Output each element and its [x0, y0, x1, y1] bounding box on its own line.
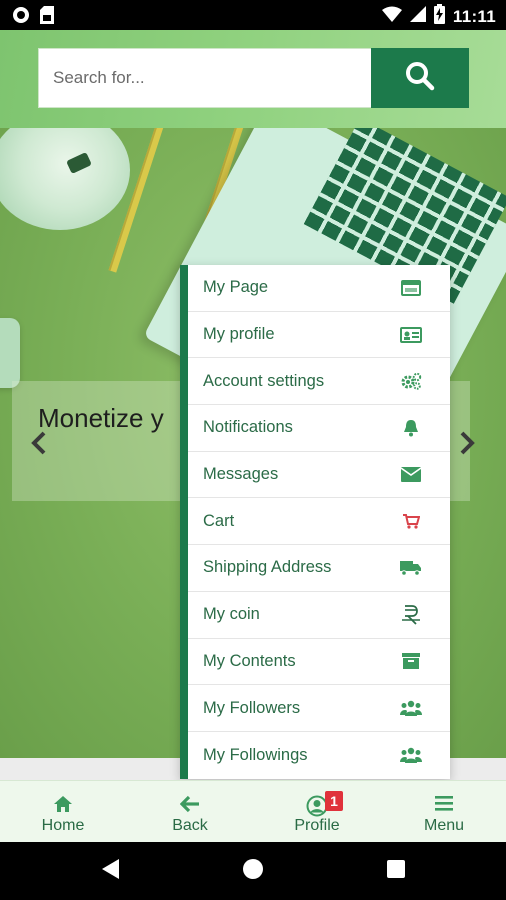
signal-icon — [409, 6, 426, 27]
system-back-button[interactable] — [80, 842, 140, 900]
search-input[interactable] — [39, 49, 371, 107]
search-icon — [405, 61, 435, 96]
coin-icon — [400, 604, 422, 626]
menu-item-label: My Page — [203, 278, 269, 297]
slider-next-button[interactable] — [458, 431, 476, 461]
circle-notification-icon — [12, 6, 30, 29]
gears-icon — [400, 370, 422, 392]
chevron-left-icon — [30, 429, 48, 462]
menu-item-label: Account settings — [203, 371, 325, 390]
profile-dropdown-menu: My Page My profile Account settings Noti… — [180, 265, 450, 779]
menu-item-cart[interactable]: Cart — [188, 498, 450, 546]
status-time: 11:11 — [452, 6, 496, 26]
users-icon — [400, 744, 422, 766]
notification-badge: 1 — [325, 791, 343, 811]
menu-item-label: My Followers — [203, 698, 301, 717]
chevron-right-icon — [458, 429, 476, 462]
system-home-button[interactable] — [223, 842, 283, 900]
menu-item-label: Messages — [203, 465, 279, 484]
slider-prev-button[interactable] — [30, 431, 48, 461]
menu-item-notifications[interactable]: Notifications — [188, 405, 450, 452]
envelope-icon — [400, 464, 422, 486]
menu-item-label: My profile — [203, 325, 275, 344]
app-screen: Monetize y My Page My profile A — [0, 30, 506, 842]
nav-back[interactable]: Back — [135, 781, 245, 842]
menu-item-my-followings[interactable]: My Followings — [188, 732, 450, 779]
status-bar: 11:11 — [0, 0, 506, 30]
menu-item-my-profile[interactable]: My profile — [188, 312, 450, 359]
id-card-icon — [400, 324, 422, 346]
cart-icon — [400, 510, 422, 532]
back-triangle-icon — [100, 858, 120, 885]
header — [0, 30, 506, 128]
menu-item-account-settings[interactable]: Account settings — [188, 358, 450, 406]
nav-menu[interactable]: Menu — [389, 781, 499, 842]
nav-menu-label: Menu — [423, 817, 465, 834]
user-circle-icon — [262, 795, 372, 817]
archive-icon — [400, 650, 422, 672]
menu-item-label: My Contents — [203, 651, 296, 670]
battery-charging-icon — [433, 4, 445, 29]
search-box — [38, 48, 372, 108]
menu-item-my-contents[interactable]: My Contents — [188, 639, 450, 686]
home-circle-icon — [242, 858, 264, 885]
coffee-cup-image — [0, 128, 130, 230]
menu-item-label: Notifications — [203, 418, 293, 437]
bell-icon — [400, 417, 422, 439]
menu-item-label: My Followings — [203, 745, 308, 764]
system-recents-button[interactable] — [366, 842, 426, 900]
sim-card-icon — [40, 6, 54, 29]
arrow-left-icon — [135, 795, 245, 815]
nav-back-label: Back — [172, 817, 208, 834]
menu-item-label: Shipping Address — [203, 558, 332, 577]
home-icon — [8, 795, 118, 815]
page-card-icon — [400, 277, 422, 299]
hamburger-icon — [389, 795, 499, 815]
truck-icon — [400, 557, 422, 579]
slide-title: Monetize y — [38, 403, 164, 433]
bottom-nav: Home Back 1 Profile Menu — [0, 780, 506, 842]
nav-profile-label: Profile — [294, 817, 340, 834]
search-button[interactable] — [371, 48, 469, 108]
users-icon — [400, 697, 422, 719]
nav-profile[interactable]: 1 Profile — [262, 781, 372, 842]
menu-item-messages[interactable]: Messages — [188, 452, 450, 499]
menu-item-label: My coin — [203, 605, 260, 624]
nav-home[interactable]: Home — [8, 781, 118, 842]
menu-item-shipping-address[interactable]: Shipping Address — [188, 545, 450, 592]
menu-item-my-coin[interactable]: My coin — [188, 592, 450, 639]
menu-item-my-followers[interactable]: My Followers — [188, 685, 450, 732]
menu-item-my-page[interactable]: My Page — [188, 265, 450, 312]
menu-item-label: Cart — [203, 511, 235, 530]
system-nav-bar — [0, 842, 506, 900]
nav-home-label: Home — [41, 817, 85, 834]
wifi-icon — [381, 6, 402, 27]
recents-square-icon — [386, 859, 406, 884]
phone-image — [0, 318, 20, 388]
